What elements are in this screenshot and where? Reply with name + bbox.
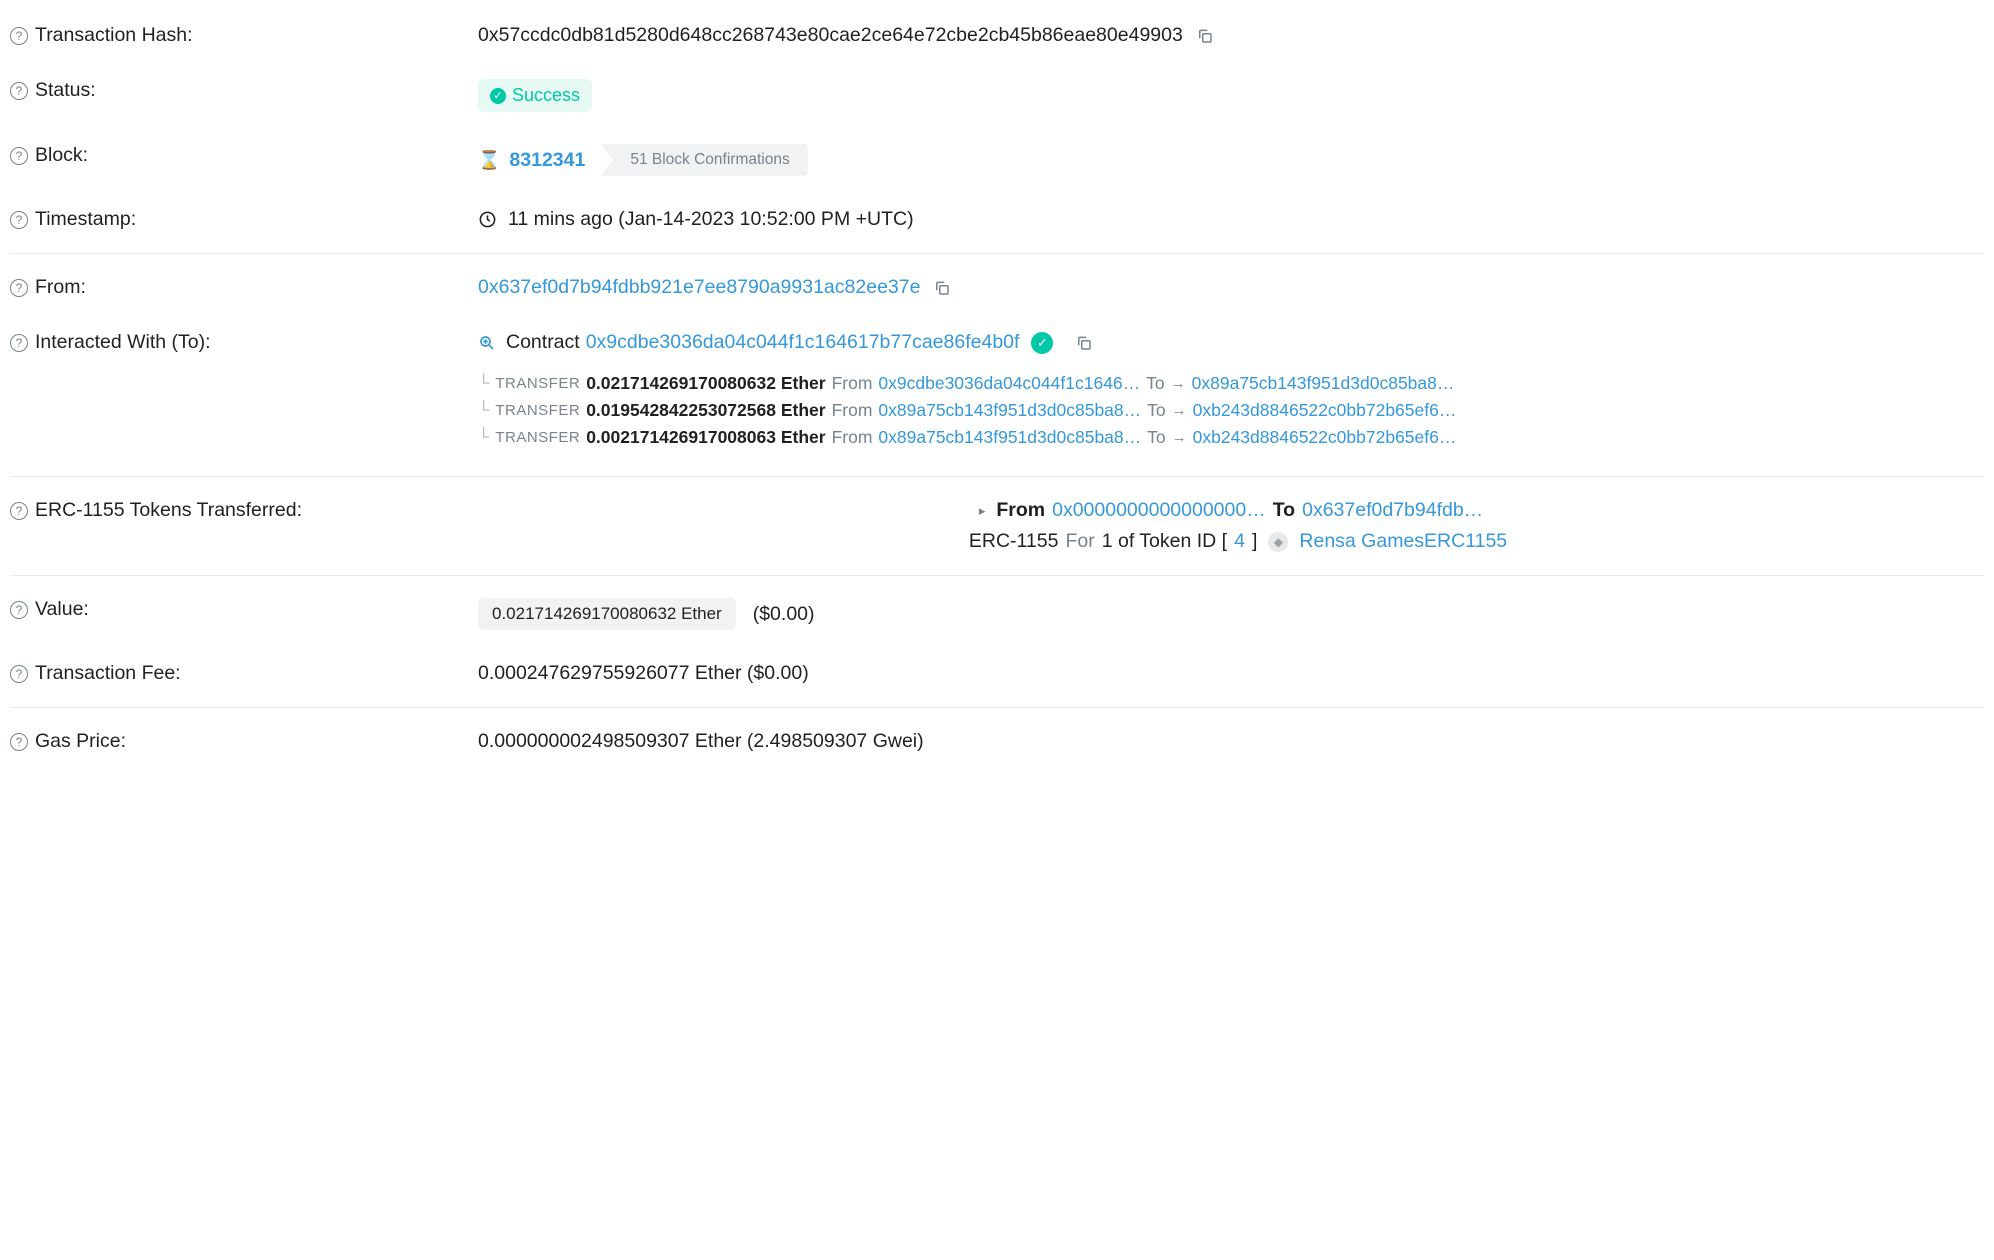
from-address-link[interactable]: 0x637ef0d7b94fdbb921e7ee8790a9931ac82ee3…: [478, 276, 920, 299]
row-txfee: ? Transaction Fee: 0.000247629755926077 …: [10, 646, 1984, 701]
transfer-label: TRANSFER: [495, 375, 580, 392]
arrow-right-icon: →: [1171, 375, 1186, 392]
transfer-amount: 0.021714269170080632 Ether: [586, 373, 825, 394]
status-text: Success: [512, 85, 580, 106]
value-usd: ($0.00): [753, 603, 815, 626]
timestamp-value: 11 mins ago (Jan-14-2023 10:52:00 PM +UT…: [508, 208, 914, 231]
help-icon[interactable]: ?: [10, 334, 28, 352]
transfer-from-word: From: [832, 427, 873, 448]
label-from: From:: [35, 276, 86, 299]
verified-icon: ✓: [1031, 332, 1053, 354]
transfer-amount: 0.002171426917008063 Ether: [586, 427, 825, 448]
erc-for: For: [1065, 530, 1094, 553]
transfer-row: └ TRANSFER 0.019542842253072568 Ether Fro…: [478, 400, 1984, 421]
erc-qty: 1 of Token ID [: [1102, 530, 1227, 553]
erc-close: ]: [1252, 530, 1257, 553]
row-value: ? Value: 0.021714269170080632 Ether ($0.…: [10, 582, 1984, 646]
transfer-to-link[interactable]: 0x89a75cb143f951d3d0c85ba8…: [1192, 373, 1455, 394]
transfer-row: └ TRANSFER 0.021714269170080632 Ether Fro…: [478, 373, 1984, 394]
erc-token-name-link[interactable]: Rensa GamesERC1155: [1299, 530, 1507, 553]
erc-from-link[interactable]: 0x0000000000000000…: [1052, 499, 1266, 522]
transfer-to-link[interactable]: 0xb243d8846522c0bb72b65ef6…: [1193, 400, 1457, 421]
copy-icon[interactable]: [933, 279, 951, 297]
row-block: ? Block: ⌛ 8312341 51 Block Confirmation…: [10, 128, 1984, 192]
transfer-amount: 0.019542842253072568 Ether: [586, 400, 825, 421]
check-icon: ✓: [490, 88, 506, 104]
token-icon: ◆: [1268, 532, 1288, 552]
label-txfee: Transaction Fee:: [35, 662, 181, 685]
txfee-value: 0.000247629755926077 Ether ($0.00): [478, 662, 809, 685]
label-timestamp: Timestamp:: [35, 208, 136, 231]
transfer-from-word: From: [832, 400, 873, 421]
transfer-from-link[interactable]: 0x89a75cb143f951d3d0c85ba8…: [878, 400, 1141, 421]
transfer-row: └ TRANSFER 0.002171426917008063 Ether Fro…: [478, 427, 1984, 448]
label-block: Block:: [35, 144, 88, 167]
arrow-right-icon: →: [1172, 402, 1187, 419]
to-address-link[interactable]: 0x9cdbe3036da04c044f1c164617b77cae86fe4b…: [586, 331, 1020, 354]
row-erc1155: ? ERC-1155 Tokens Transferred: ▸ From 0x…: [10, 483, 1984, 569]
transfer-from-link[interactable]: 0x9cdbe3036da04c044f1c1646…: [878, 373, 1140, 394]
gasprice-value: 0.000000002498509307 Ether (2.498509307 …: [478, 730, 924, 753]
transfer-list: └ TRANSFER 0.021714269170080632 Ether Fro…: [478, 367, 1984, 454]
hourglass-icon: ⌛: [478, 150, 500, 171]
row-status: ? Status: ✓ Success: [10, 63, 1984, 128]
copy-icon[interactable]: [1075, 334, 1093, 352]
label-to: Interacted With (To):: [35, 331, 211, 354]
help-icon[interactable]: ?: [10, 733, 28, 751]
corner-icon: └: [478, 375, 489, 393]
row-gasprice: ? Gas Price: 0.000000002498509307 Ether …: [10, 714, 1984, 769]
corner-icon: └: [478, 402, 489, 420]
to-prefix: Contract: [506, 331, 580, 354]
corner-icon: └: [478, 429, 489, 447]
help-icon[interactable]: ?: [10, 82, 28, 100]
arrow-right-icon: →: [1172, 429, 1187, 446]
divider: [10, 476, 1984, 477]
txhash-value: 0x57ccdc0db81d5280d648cc268743e80cae2ce6…: [478, 24, 1183, 47]
divider: [10, 707, 1984, 708]
erc-prefix: ERC-1155: [969, 530, 1059, 553]
block-confirmations: 51 Block Confirmations: [600, 144, 807, 176]
row-from: ? From: 0x637ef0d7b94fdbb921e7ee8790a993…: [10, 260, 1984, 315]
transfer-label: TRANSFER: [495, 402, 580, 419]
label-status: Status:: [35, 79, 96, 102]
label-gasprice: Gas Price:: [35, 730, 126, 753]
erc-to-link[interactable]: 0x637ef0d7b94fdb…: [1302, 499, 1483, 522]
help-icon[interactable]: ?: [10, 147, 28, 165]
transfer-to-word: To: [1147, 400, 1165, 421]
transfer-to-word: To: [1146, 373, 1164, 394]
help-icon[interactable]: ?: [10, 665, 28, 683]
block-number-link[interactable]: 8312341: [509, 149, 585, 172]
row-txhash: ? Transaction Hash: 0x57ccdc0db81d5280d6…: [10, 8, 1984, 63]
erc-token-id-link[interactable]: 4: [1234, 530, 1245, 553]
help-icon[interactable]: ?: [10, 279, 28, 297]
transfer-from-word: From: [832, 373, 873, 394]
value-pill: 0.021714269170080632 Ether: [478, 598, 736, 630]
erc-to-label: To: [1273, 499, 1295, 522]
row-timestamp: ? Timestamp: 11 mins ago (Jan-14-2023 10…: [10, 192, 1984, 247]
transfer-label: TRANSFER: [495, 429, 580, 446]
label-txhash: Transaction Hash:: [35, 24, 193, 47]
help-icon[interactable]: ?: [10, 502, 28, 520]
copy-icon[interactable]: [1196, 27, 1214, 45]
label-erc1155: ERC-1155 Tokens Transferred:: [35, 499, 302, 522]
transfer-to-link[interactable]: 0xb243d8846522c0bb72b65ef6…: [1193, 427, 1457, 448]
erc-from-label: From: [996, 499, 1045, 522]
clock-icon: [478, 210, 497, 229]
status-badge: ✓ Success: [478, 79, 592, 112]
search-icon[interactable]: [478, 334, 496, 352]
caret-right-icon[interactable]: ▸: [979, 503, 986, 519]
transfer-to-word: To: [1147, 427, 1165, 448]
divider: [10, 575, 1984, 576]
help-icon[interactable]: ?: [10, 211, 28, 229]
row-to: ? Interacted With (To): Contract 0x9cdbe…: [10, 315, 1984, 470]
label-value: Value:: [35, 598, 89, 621]
help-icon[interactable]: ?: [10, 27, 28, 45]
help-icon[interactable]: ?: [10, 601, 28, 619]
divider: [10, 253, 1984, 254]
transfer-from-link[interactable]: 0x89a75cb143f951d3d0c85ba8…: [878, 427, 1141, 448]
